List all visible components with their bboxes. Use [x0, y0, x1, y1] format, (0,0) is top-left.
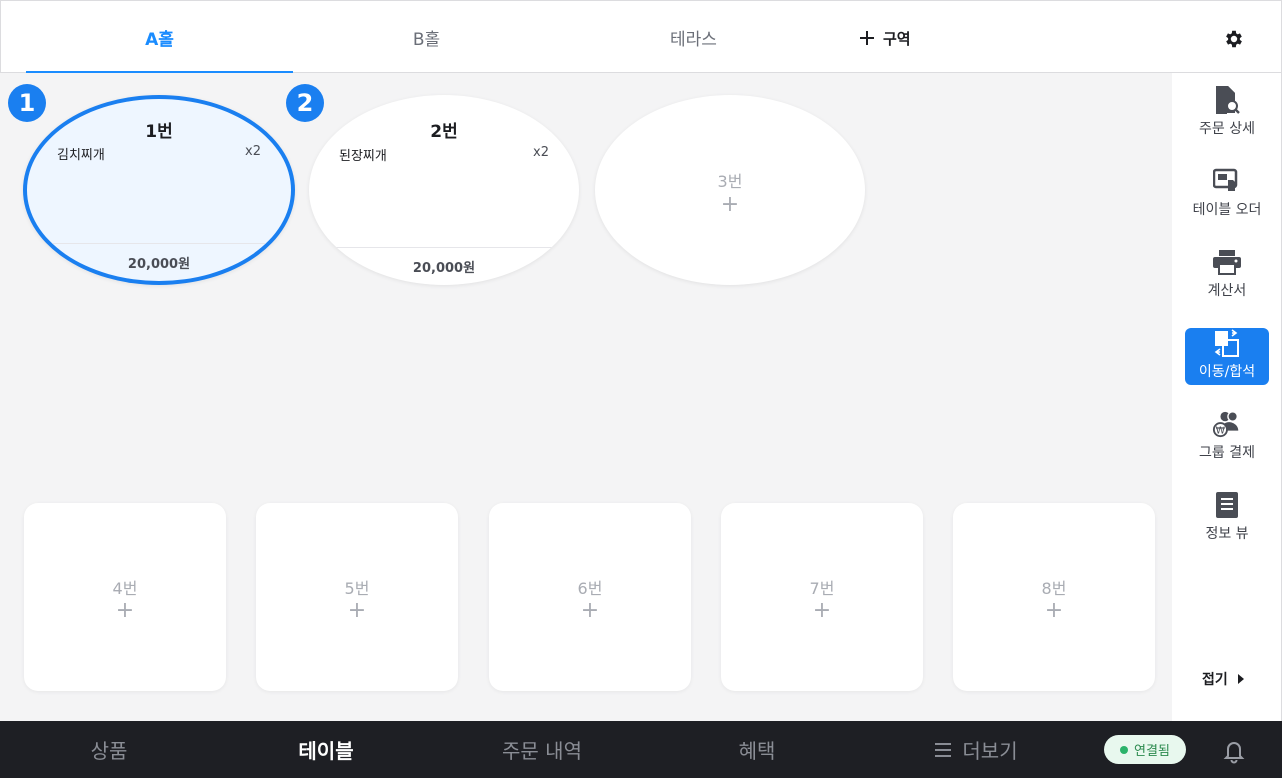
table-name: 3번 — [717, 172, 743, 191]
table-name: 2번 — [430, 122, 458, 142]
table-total: 20,000원 — [27, 243, 291, 281]
selection-order-badge: 2 — [286, 84, 324, 122]
add-zone-label: 구역 — [883, 29, 911, 48]
sidebar-item-label: 주문 상세 — [1199, 121, 1255, 137]
order-detail-button[interactable]: 주문 상세 — [1185, 85, 1269, 142]
gear-icon — [1226, 30, 1242, 48]
tab-label: 테라스 — [670, 29, 717, 50]
sidebar-item-label: 정보 뷰 — [1205, 526, 1249, 542]
table-name: 5번 — [344, 579, 370, 598]
add-order-icon: + — [1044, 598, 1064, 623]
add-order-icon: + — [812, 598, 832, 623]
tab-terrace[interactable]: 테라스 — [560, 1, 827, 73]
table-8[interactable]: 8번 + — [953, 503, 1155, 691]
add-zone-button[interactable]: 구역 — [859, 23, 911, 53]
tab-label: A홀 — [145, 29, 174, 50]
nav-more[interactable]: 더보기 — [864, 721, 1088, 778]
settings-button[interactable] — [1220, 25, 1248, 53]
nav-tables[interactable]: 테이블 — [218, 721, 434, 778]
info-view-icon — [1212, 490, 1242, 520]
bell-icon — [1223, 742, 1245, 764]
item-name: 된장찌개 — [339, 149, 387, 164]
table-6[interactable]: 6번 + — [489, 503, 691, 691]
add-order-icon: + — [720, 192, 740, 217]
tab-label: B홀 — [412, 29, 441, 50]
table-name: 1번 — [145, 122, 173, 142]
nav-benefits[interactable]: 혜택 — [650, 721, 864, 778]
table-1[interactable]: 1번 김치찌개 x2 20,000원 — [23, 95, 295, 285]
nav-label: 테이블 — [298, 739, 354, 763]
sidebar-item-label: 이동/합석 — [1198, 364, 1256, 380]
connection-status-badge: 연결됨 — [1104, 735, 1186, 764]
table-name: 8번 — [1041, 579, 1067, 598]
selection-order-badge: 1 — [8, 84, 46, 122]
table-name: 4번 — [112, 579, 138, 598]
sidebar-item-label: 계산서 — [1207, 283, 1247, 299]
tab-b-hall[interactable]: B홀 — [293, 1, 560, 73]
add-order-icon: + — [115, 598, 135, 623]
item-name: 김치찌개 — [57, 148, 105, 163]
status-label: 연결됨 — [1134, 744, 1170, 759]
collapse-label: 접기 — [1202, 672, 1228, 688]
table-total: 20,000원 — [309, 247, 579, 285]
zone-tab-bar: A홀 B홀 테라스 구역 — [0, 0, 1282, 73]
notifications-button[interactable] — [1220, 736, 1248, 764]
collapse-sidebar-button[interactable]: 접기 — [1202, 669, 1246, 689]
svg-text:₩: ₩ — [1216, 425, 1225, 436]
group-payment-button[interactable]: ₩ 그룹 결제 — [1185, 409, 1269, 466]
order-item: 된장찌개 x2 — [339, 145, 549, 164]
nav-label: 주문 내역 — [502, 739, 582, 763]
sidebar-item-label: 테이블 오더 — [1192, 202, 1262, 218]
nav-products[interactable]: 상품 — [0, 721, 218, 778]
nav-order-history[interactable]: 주문 내역 — [434, 721, 650, 778]
table-4[interactable]: 4번 + — [24, 503, 226, 691]
item-qty: x2 — [533, 145, 549, 160]
table-name: 6번 — [577, 579, 603, 598]
table-name: 7번 — [809, 579, 835, 598]
floor-plan: 1번 김치찌개 x2 20,000원 1 2번 된장찌개 x2 20,000원 … — [0, 73, 1172, 721]
hamburger-icon — [935, 742, 952, 757]
table-3[interactable]: 3번 + — [595, 95, 865, 285]
plus-icon — [860, 31, 874, 45]
table-2[interactable]: 2번 된장찌개 x2 20,000원 — [309, 95, 579, 285]
add-order-icon: + — [580, 598, 600, 623]
item-qty: x2 — [245, 144, 261, 159]
table-5[interactable]: 5번 + — [256, 503, 458, 691]
printer-icon — [1212, 247, 1242, 277]
move-merge-icon — [1212, 328, 1242, 358]
table-order-button[interactable]: 테이블 오더 — [1185, 166, 1269, 223]
sidebar-item-label: 그룹 결제 — [1199, 445, 1255, 461]
status-dot-icon — [1120, 745, 1129, 754]
caret-right-icon — [1237, 674, 1244, 684]
tab-a-hall[interactable]: A홀 — [26, 1, 293, 73]
info-view-button[interactable]: 정보 뷰 — [1185, 490, 1269, 547]
group-payment-icon: ₩ — [1212, 409, 1242, 439]
bottom-nav: 상품 테이블 주문 내역 혜택 더보기 연결됨 — [0, 721, 1282, 778]
table-7[interactable]: 7번 + — [721, 503, 923, 691]
add-order-icon: + — [347, 598, 367, 623]
nav-label: 더보기 — [962, 739, 1018, 763]
order-detail-icon — [1212, 85, 1242, 115]
move-merge-button[interactable]: 이동/합석 — [1185, 328, 1269, 385]
nav-label: 상품 — [90, 739, 128, 763]
bill-button[interactable]: 계산서 — [1185, 247, 1269, 304]
table-order-icon — [1212, 166, 1242, 196]
action-sidebar: 주문 상세 테이블 오더 계산서 이동/합석 ₩ 그룹 결제 정보 뷰 접기 — [1172, 73, 1282, 721]
nav-label: 혜택 — [738, 739, 776, 763]
order-item: 김치찌개 x2 — [57, 144, 261, 163]
